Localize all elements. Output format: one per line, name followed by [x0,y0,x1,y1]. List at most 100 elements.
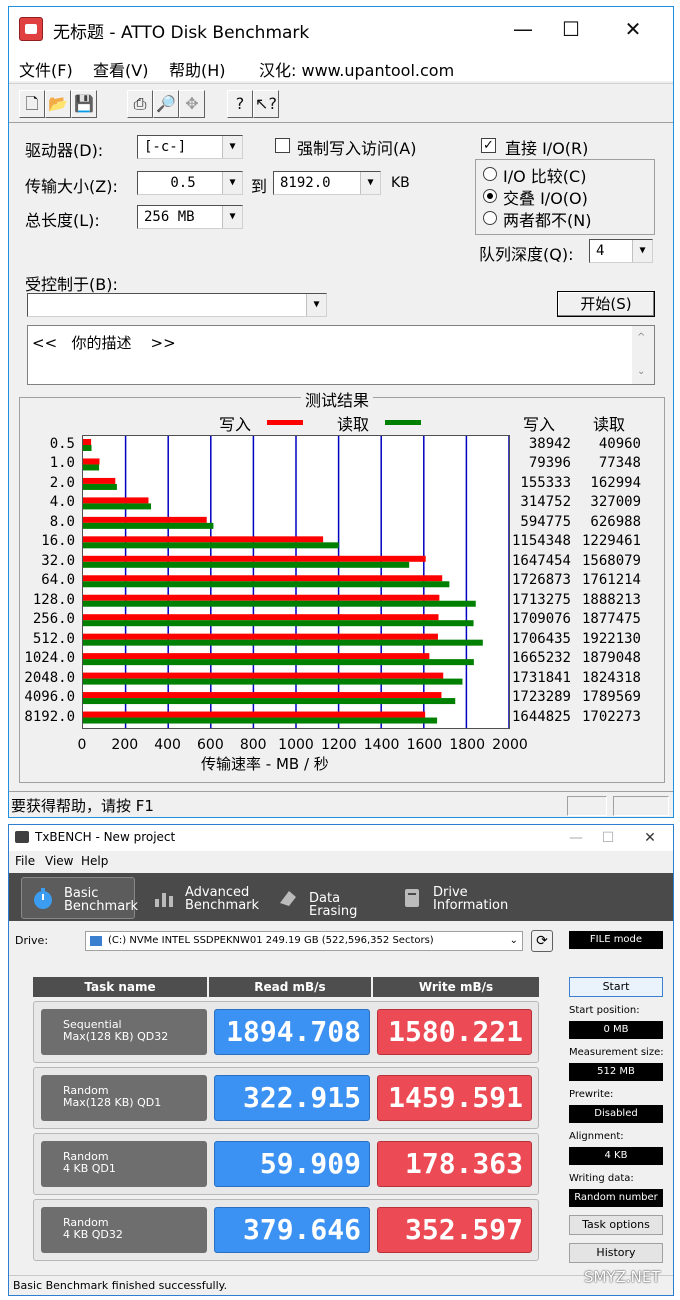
scroll-up-icon[interactable]: ^ [637,332,645,343]
move-icon[interactable]: ✥ [179,90,205,118]
context-help-icon[interactable]: ↖? [253,90,279,118]
controlled-by-select[interactable]: ▼ [27,293,327,317]
drive-select[interactable]: (C:) NVMe INTEL SSDPEKNW01 249.19 GB (52… [85,931,523,951]
start-position-value[interactable]: 0 MB [569,1021,663,1039]
drive-label: Drive: [15,934,49,947]
alignment-label: Alignment: [569,1131,624,1142]
maximize-button[interactable]: ☐ [551,13,591,45]
start-button[interactable]: Start [569,977,663,997]
transfer-to-select[interactable]: 8192.0 ▼ [273,171,381,195]
menu-file[interactable]: 文件(F) [19,57,73,81]
measurement-size-value[interactable]: 512 MB [569,1063,663,1081]
tx-window-title: TxBENCH - New project [35,830,176,844]
neither-label: 两者都不(N) [503,211,592,230]
tab-drive-information[interactable]: Drive Information [391,877,515,919]
tab-label: Data Erasing [309,891,358,919]
menu-view[interactable]: 查看(V) [93,57,148,81]
history-button[interactable]: History [569,1243,663,1263]
y-tick-label: 2048.0 [24,669,75,686]
read-bar [83,659,474,666]
menu-help[interactable]: Help [81,854,108,868]
write-bar [83,536,324,543]
read-result: 59.909 [214,1141,370,1187]
read-bar [83,698,456,705]
task-button-4k-qd32[interactable]: Random 4 KB QD32 [41,1207,207,1253]
start-button[interactable]: 开始(S) [557,291,655,317]
write-column-header: 写入 [523,415,556,434]
write-bar [83,594,440,601]
menu-file[interactable]: File [15,854,35,868]
io-compare-radio[interactable] [483,167,497,181]
y-tick-label: 64.0 [41,572,75,589]
close-button[interactable]: ✕ [635,828,665,848]
read-value-label: 327009 [590,494,641,511]
save-icon[interactable]: 💾 [71,90,97,118]
drive-label: 驱动器(D): [25,141,104,160]
write-result: 178.363 [377,1141,532,1187]
x-tick-label: 0 [77,737,87,753]
eraser-icon [280,891,296,906]
read-bar [83,600,476,607]
task-options-button[interactable]: Task options [569,1215,663,1235]
minimize-button[interactable]: — [561,828,591,848]
task-button-4k-qd1[interactable]: Random 4 KB QD1 [41,1141,207,1187]
maximize-button[interactable]: ☐ [593,828,623,848]
write-value-label: 314752 [520,494,571,511]
overlap-io-radio[interactable] [483,189,497,203]
tab-data-erasing[interactable]: Data Erasing [267,877,391,919]
x-tick-label: 2000 [492,737,528,753]
direct-io-checkbox[interactable]: ✓ [481,138,496,153]
read-result: 322.915 [214,1075,370,1121]
print-icon[interactable]: ⎙ [127,90,153,118]
writing-data-value[interactable]: Random number [569,1189,663,1207]
queue-depth-label: 队列深度(Q): [479,245,574,264]
write-value-label: 1726873 [511,572,571,589]
help-icon[interactable]: ? [227,90,253,118]
total-length-select[interactable]: 256 MB ▼ [137,205,243,229]
neither-radio[interactable] [483,211,497,225]
refresh-icon[interactable]: ⟳ [531,930,553,952]
force-write-checkbox[interactable] [275,138,290,153]
close-button[interactable]: ✕ [613,13,653,45]
tx-tabbar: Basic Benchmark Advanced Benchmark Data Er… [9,873,673,921]
chevron-down-icon: ▼ [632,240,652,262]
write-value-label: 1709076 [511,611,571,628]
task-button-seq-qd32[interactable]: Sequential Max(128 KB) QD32 [41,1009,207,1055]
write-value-label: 1723289 [511,689,571,706]
write-bar [83,692,442,699]
chevron-down-icon: ▼ [222,172,242,194]
transfer-from-select[interactable]: 0.5 ▼ [137,171,243,195]
controlled-by-label: 受控制于(B): [25,275,118,294]
write-bar [83,711,426,718]
x-tick-label: 1200 [320,737,357,753]
alignment-value[interactable]: 4 KB [569,1147,663,1165]
read-value-label: 1789569 [581,689,641,706]
read-value-label: 162994 [590,474,641,491]
queue-depth-select[interactable]: 4 ▼ [589,239,653,263]
tab-basic-benchmark[interactable]: Basic Benchmark [21,877,138,919]
menu-view[interactable]: View [45,854,73,868]
drive-select[interactable]: [-c-] ▼ [137,135,243,159]
read-value-label: 626988 [590,513,641,530]
watermark: SMYZ.NET [584,1268,661,1286]
file-mode-badge: FILE mode [569,931,663,949]
tab-advanced-benchmark[interactable]: Advanced Benchmark [143,877,267,919]
print-preview-icon[interactable]: 🔎 [153,90,179,118]
menu-help[interactable]: 帮助(H) [169,57,226,81]
minimize-button[interactable]: — [503,13,543,45]
task-button-random-qd1[interactable]: Random Max(128 KB) QD1 [41,1075,207,1121]
description-scrollbar[interactable]: ^ ⌄ [632,326,654,384]
description-textarea[interactable]: << 你的描述 >> ^ ⌄ [27,325,655,385]
drive-bar: Drive: (C:) NVMe INTEL SSDPEKNW01 249.19… [9,925,673,955]
total-length-label: 总长度(L): [25,211,100,230]
scroll-down-icon[interactable]: ⌄ [637,366,645,377]
header-read: Read mB/s [209,977,371,997]
open-icon[interactable]: 📂 [45,90,71,118]
y-tick-label: 128.0 [32,591,75,608]
to-label: 到 [251,177,268,196]
y-tick-label: 8.0 [49,513,75,530]
atto-menubar: 文件(F) 查看(V) 帮助(H) 汉化: www.upantool.com [9,51,673,81]
y-tick-label: 1.0 [49,455,75,472]
new-icon[interactable]: 🗋 [19,90,45,118]
prewrite-value[interactable]: Disabled [569,1105,663,1123]
